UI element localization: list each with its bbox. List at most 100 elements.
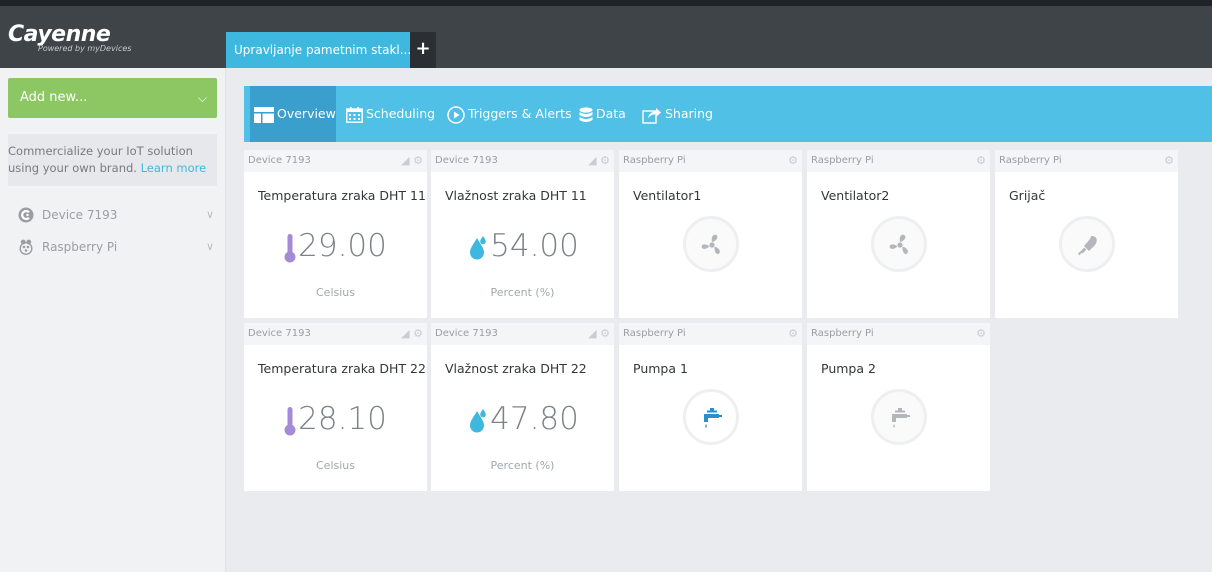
card-device-label: Raspberry Pi [811,328,874,339]
faucet-icon [704,408,722,428]
tab-label: Scheduling [366,106,436,121]
database-icon [579,106,593,122]
card-unit: Percent (%) [490,459,555,472]
card-header: Device 7193 ◢ ⚙ [431,323,614,345]
tab-sharing[interactable]: Sharing [642,86,713,142]
fan-icon [889,234,908,255]
add-new-button[interactable]: Add new... ⌵ [8,78,217,118]
card-value: 54.00 [490,228,579,264]
chart-icon[interactable]: ◢ [401,154,409,167]
tab-project[interactable]: Upravljanje pametnim stakl... [226,32,410,68]
gear-icon[interactable]: ⚙ [600,327,610,340]
dashboard-nav: Overview Scheduling Triggers & Alerts Da… [244,86,1212,142]
sidebar-item-device-7193[interactable]: Device 7193 ∨ [18,204,214,226]
card-unit: Celsius [316,286,355,299]
thermometer-icon [284,406,296,435]
chart-icon[interactable]: ◢ [588,154,596,167]
tab-overview[interactable]: Overview [250,86,336,142]
card-title: Pumpa 1 [633,361,688,376]
widget-card-temperature-dht22[interactable]: Device 7193 ◢ ⚙ Temperatura zraka DHT 22… [244,323,427,491]
card-header: Device 7193 ◢ ⚙ [244,323,427,345]
tab-label: Triggers & Alerts [468,106,572,121]
card-value: 29.00 [298,228,387,264]
card-header: Device 7193 ◢ ⚙ [244,150,427,172]
raspberry-pi-icon [19,239,33,255]
sidebar: Add new... ⌵ Commercialize your IoT solu… [0,68,226,572]
widget-card-ventilator1[interactable]: Raspberry Pi ⚙ Ventilator1 [619,150,802,318]
promo-panel: Commercialize your IoT solution using yo… [8,134,217,186]
gear-icon[interactable]: ⚙ [976,154,986,167]
share-icon [642,107,661,124]
top-bar: Cayenne Powered by myDevices Upravljanje… [0,0,1212,68]
actuator-toggle-button[interactable] [871,389,927,445]
sidebar-item-raspberry-pi[interactable]: Raspberry Pi ∨ [18,236,214,258]
add-tab-button[interactable]: + [410,32,436,68]
card-header: Raspberry Pi ⚙ [995,150,1178,172]
fan-icon [701,234,720,255]
card-value-display: 47.80 [431,401,614,437]
card-value: 28.10 [298,401,387,437]
tab-triggers-alerts[interactable]: Triggers & Alerts [447,86,572,142]
card-title: Vlažnost zraka DHT 11 [445,188,587,203]
cayenne-logo[interactable]: Cayenne Powered by myDevices [8,22,218,66]
widget-card-humidity-dht11[interactable]: Device 7193 ◢ ⚙ Vlažnost zraka DHT 11 54… [431,150,614,318]
card-header: Raspberry Pi ⚙ [619,150,802,172]
widget-card-grijac[interactable]: Raspberry Pi ⚙ Grijač [995,150,1178,318]
logo-subtitle: Powered by myDevices [38,44,132,53]
card-unit: Percent (%) [490,286,555,299]
tab-label: Sharing [665,106,713,121]
card-value: 47.80 [490,401,579,437]
gear-icon[interactable]: ⚙ [976,327,986,340]
widget-card-pumpa-2[interactable]: Raspberry Pi ⚙ Pumpa 2 [807,323,990,491]
sidebar-item-label: Raspberry Pi [42,240,118,254]
card-device-label: Device 7193 [435,155,498,166]
widget-card-ventilator2[interactable]: Raspberry Pi ⚙ Ventilator2 [807,150,990,318]
actuator-toggle-button[interactable] [871,216,927,272]
chart-icon[interactable]: ◢ [401,327,409,340]
faucet-icon [892,408,910,428]
actuator-toggle-button[interactable] [1059,216,1115,272]
card-title: Ventilator1 [633,188,702,203]
widget-card-temperature-dht11[interactable]: Device 7193 ◢ ⚙ Temperatura zraka DHT 11… [244,150,427,318]
gear-icon[interactable]: ⚙ [413,327,423,340]
widget-card-pumpa-1[interactable]: Raspberry Pi ⚙ Pumpa 1 [619,323,802,491]
card-title: Temperatura zraka DHT 22 [258,361,426,376]
learn-more-link[interactable]: Learn more [141,161,207,175]
card-title: Grijač [1009,188,1046,203]
tab-data[interactable]: Data [579,86,626,142]
gear-icon[interactable]: ⚙ [788,154,798,167]
water-drop-icon [470,408,486,432]
card-header: Raspberry Pi ⚙ [807,150,990,172]
thermometer-icon [284,233,296,262]
play-circle-icon [447,105,465,124]
card-title: Temperatura zraka DHT 11 [258,188,426,203]
widget-card-humidity-dht22[interactable]: Device 7193 ◢ ⚙ Vlažnost zraka DHT 22 47… [431,323,614,491]
heater-icon [1077,236,1097,256]
sidebar-item-label: Device 7193 [42,208,118,222]
gear-icon[interactable]: ⚙ [413,154,423,167]
card-device-label: Device 7193 [248,328,311,339]
gear-icon[interactable]: ⚙ [1164,154,1174,167]
chevron-down-icon[interactable]: ∨ [206,236,214,258]
chevron-down-icon[interactable]: ∨ [206,204,214,226]
card-header: Device 7193 ◢ ⚙ [431,150,614,172]
card-value-display: 28.10 [244,401,427,437]
card-title: Ventilator2 [821,188,890,203]
actuator-toggle-button[interactable] [683,389,739,445]
add-new-label: Add new... [20,90,88,105]
calendar-icon [346,106,363,123]
gear-icon[interactable]: ⚙ [600,154,610,167]
card-title: Vlažnost zraka DHT 22 [445,361,587,376]
tab-scheduling[interactable]: Scheduling [346,86,435,142]
card-header: Raspberry Pi ⚙ [807,323,990,345]
chevron-down-icon: ⌵ [197,91,207,105]
overview-icon [254,106,274,123]
cayenne-icon [18,207,34,223]
card-device-label: Raspberry Pi [623,328,686,339]
actuator-toggle-button[interactable] [683,216,739,272]
gear-icon[interactable]: ⚙ [788,327,798,340]
card-device-label: Raspberry Pi [999,155,1062,166]
chart-icon[interactable]: ◢ [588,327,596,340]
card-device-label: Device 7193 [248,155,311,166]
card-title: Pumpa 2 [821,361,876,376]
